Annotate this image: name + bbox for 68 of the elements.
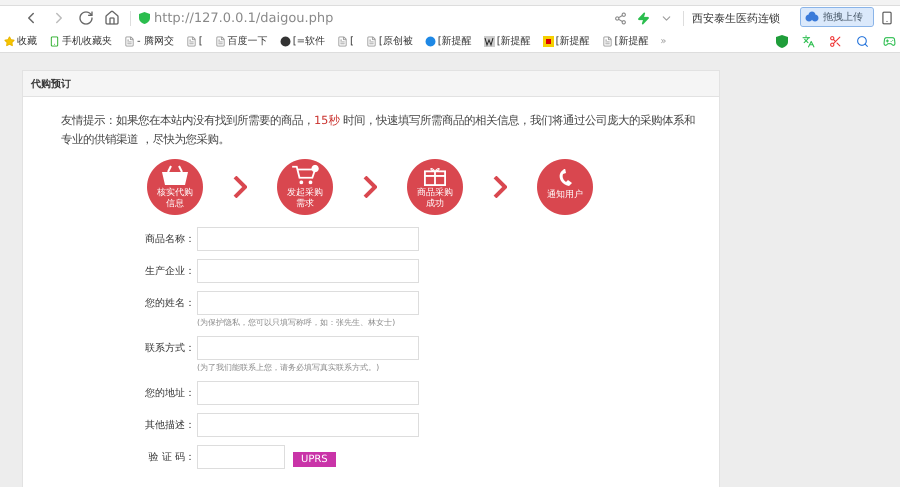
field-label: 您的姓名： bbox=[144, 297, 195, 310]
bookmark-item[interactable]: [=软件 bbox=[280, 34, 325, 48]
bookmark-item[interactable]: 百度一下 bbox=[214, 34, 268, 48]
home-button[interactable] bbox=[104, 10, 120, 26]
step-label: 核实代购 信息 bbox=[157, 188, 193, 210]
input-field[interactable] bbox=[197, 381, 419, 405]
field-label: 其他描述： bbox=[144, 418, 195, 432]
field-label: 验 证 码： bbox=[148, 451, 195, 464]
share-icon[interactable] bbox=[614, 12, 627, 24]
bookmark-item[interactable]: [新提醒 bbox=[424, 34, 472, 48]
w-logo-icon bbox=[484, 36, 495, 46]
bookmark-item[interactable]: [新提醒 bbox=[602, 34, 648, 48]
page-icon bbox=[214, 36, 226, 46]
field-label: 商品名称： bbox=[144, 232, 195, 246]
field-label: 生产企业： bbox=[144, 264, 195, 278]
coin-icon bbox=[542, 36, 554, 46]
lightning-icon[interactable] bbox=[637, 12, 650, 24]
globe-icon bbox=[424, 36, 436, 46]
address-bar[interactable]: http://127.0.0.1/daigou.php bbox=[154, 10, 334, 26]
captcha-field[interactable] bbox=[197, 445, 285, 469]
translate-icon[interactable] bbox=[802, 34, 815, 48]
captcha-image[interactable]: UPRS bbox=[293, 452, 336, 466]
step-label: 通知用户 bbox=[547, 190, 583, 201]
search-icon[interactable] bbox=[856, 34, 869, 48]
cloud-icon bbox=[805, 11, 819, 23]
page-icon bbox=[366, 36, 377, 46]
shield-icon bbox=[139, 12, 150, 24]
phone-icon[interactable] bbox=[880, 11, 894, 25]
bookmark-item[interactable]: [新提醒 bbox=[484, 34, 531, 48]
step-label: 发起采购 需求 bbox=[287, 188, 323, 210]
step-label: 商品采购 成功 bbox=[417, 188, 453, 210]
cart-icon bbox=[289, 164, 321, 186]
bookmark-item[interactable]: [原创被 bbox=[366, 34, 413, 48]
disc-icon bbox=[280, 36, 291, 46]
bookmark-item[interactable]: [ bbox=[336, 36, 354, 46]
bookmark-item[interactable]: [ bbox=[186, 36, 203, 46]
telephone-icon bbox=[558, 169, 572, 186]
chevron-icon bbox=[233, 176, 247, 198]
tip-text: 友情提示：如果您在本站内没有找到所需要的商品，15秒 时间，快速填写所需商品的相关信息，我们将通过公司庞大的采购体系和专业的供销渠道 ，尽快为您采购。 bbox=[61, 113, 696, 148]
upload-button[interactable]: 拖拽上传 bbox=[800, 7, 874, 27]
input-field[interactable] bbox=[197, 291, 419, 315]
reload-button[interactable] bbox=[78, 10, 94, 26]
field-hint: (为保护隐私，您可以只填写称呼，如：张先生、林女士) bbox=[197, 317, 396, 328]
input-field[interactable] bbox=[197, 413, 419, 437]
input-field[interactable] bbox=[197, 336, 419, 360]
chevron-icon bbox=[363, 176, 377, 198]
page-title: 西安泰生医药连锁 bbox=[683, 10, 780, 26]
page-icon bbox=[124, 36, 135, 46]
phone-icon bbox=[49, 36, 60, 46]
shield-icon[interactable] bbox=[776, 34, 788, 48]
bookmark-item[interactable]: 手机收藏夹 bbox=[49, 34, 112, 48]
gamepad-icon[interactable] bbox=[883, 34, 896, 48]
page-icon bbox=[336, 36, 348, 46]
page-icon bbox=[602, 36, 613, 46]
bookmark-item[interactable]: [新提醒 bbox=[542, 34, 590, 48]
star-icon bbox=[4, 36, 15, 46]
chevron-icon bbox=[493, 176, 507, 198]
basket-icon bbox=[160, 164, 190, 186]
input-field[interactable] bbox=[197, 259, 419, 283]
panel-title: 代购预订 bbox=[23, 71, 719, 97]
scissors-icon[interactable] bbox=[829, 34, 842, 48]
input-field[interactable] bbox=[197, 227, 419, 251]
bookmark-item[interactable]: 收藏 bbox=[4, 34, 37, 48]
field-label: 您的地址： bbox=[144, 386, 195, 400]
field-label: 联系方式： bbox=[144, 342, 195, 355]
bookmark-item[interactable]: - 腾网交 bbox=[124, 34, 174, 48]
page-icon bbox=[186, 36, 197, 46]
field-hint: (为了我们能联系上您，请务必填写真实联系方式。) bbox=[197, 362, 380, 373]
